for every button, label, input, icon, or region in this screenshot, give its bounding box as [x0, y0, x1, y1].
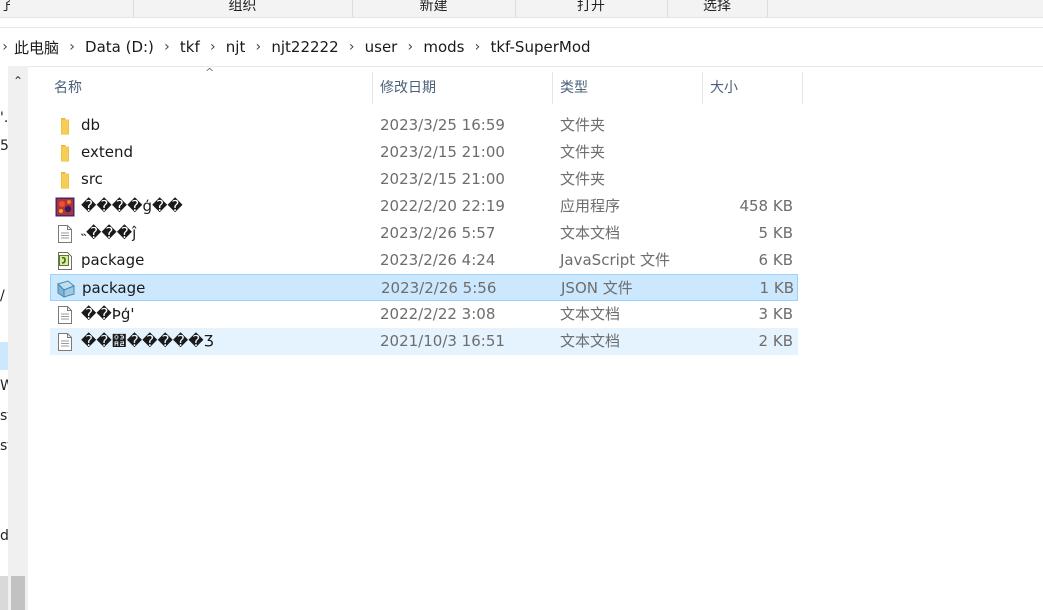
file-type: 文件夹: [560, 116, 606, 134]
column-divider[interactable]: [702, 72, 703, 104]
file-row[interactable]: src 2023/2/15 21:00 文件夹: [50, 166, 798, 193]
file-date: 2023/2/15 21:00: [380, 143, 505, 161]
file-type: 文本文档: [560, 332, 621, 350]
column-divider[interactable]: [552, 72, 553, 104]
folder-icon: [55, 116, 75, 136]
file-date: 2023/2/26 5:56: [381, 279, 497, 297]
ribbon-bar: 孒 组织 新建 打开 选择: [0, 0, 1043, 18]
ribbon-group-organize[interactable]: 组织: [133, 0, 352, 17]
column-header-size[interactable]: 大小: [706, 72, 802, 104]
file-type: JSON 文件: [561, 279, 633, 297]
file-date: 2022/2/20 22:19: [380, 197, 505, 215]
file-type: 文件夹: [560, 143, 606, 161]
file-size: [700, 112, 793, 139]
column-divider[interactable]: [802, 72, 803, 104]
file-row[interactable]: package 2023/2/26 4:24 JavaScript 文件 6 KB: [50, 247, 798, 274]
breadcrumb-item-tkf[interactable]: tkf: [176, 38, 204, 56]
nav-selected-item[interactable]: [0, 342, 8, 370]
file-date: 2023/3/25 16:59: [380, 116, 505, 134]
file-date: 2023/2/26 5:57: [380, 224, 496, 242]
navigation-pane: '. 5. / W st st d: [0, 66, 14, 610]
file-row[interactable]: ˵���ĵ 2023/2/26 5:57 文本文档 5 KB: [50, 220, 798, 247]
file-date: 2023/2/15 21:00: [380, 170, 505, 188]
nav-item-highlight[interactable]: [0, 576, 8, 610]
breadcrumb-item-user[interactable]: user: [361, 38, 402, 56]
breadcrumb-item-tkf-supermod[interactable]: tkf-SuperMod: [486, 38, 594, 56]
breadcrumb-item-this-pc[interactable]: 此电脑: [10, 37, 63, 58]
file-row[interactable]: extend 2023/2/15 21:00 文件夹: [50, 139, 798, 166]
file-name: db: [81, 116, 101, 134]
column-divider[interactable]: [372, 72, 373, 104]
file-row[interactable]: ��΢�����Ʒ 2021/10/3 16:51 文本文档 2 KB: [50, 328, 798, 355]
chevron-right-icon[interactable]: ›: [249, 39, 267, 55]
folder-icon: [55, 170, 75, 190]
ribbon-divider: [767, 0, 768, 17]
file-size: 3 KB: [758, 305, 793, 323]
file-name: ˵���ĵ: [81, 224, 137, 242]
navigation-scrollbar[interactable]: ⌃: [8, 66, 28, 610]
scroll-up-icon[interactable]: ⌃: [8, 74, 28, 88]
breadcrumb-item-njt[interactable]: njt: [222, 38, 250, 56]
nav-fragment[interactable]: /: [0, 288, 5, 304]
chevron-right-icon[interactable]: ›: [401, 39, 419, 55]
file-row[interactable]: ��Þģ' 2022/2/22 3:08 文本文档 3 KB: [50, 301, 798, 328]
file-name: ��Þģ': [81, 305, 135, 323]
folder-icon: [55, 143, 75, 163]
file-date: 2022/2/22 3:08: [380, 305, 496, 323]
breadcrumb-item-data-drive[interactable]: Data (D:): [81, 38, 158, 56]
file-type: 文件夹: [560, 170, 606, 188]
text-document-icon: [55, 305, 75, 325]
address-bar[interactable]: › 此电脑 › Data (D:) › tkf › njt › njt22222…: [0, 27, 1043, 67]
text-document-icon: [55, 332, 75, 352]
text-document-icon: [55, 224, 75, 244]
file-size: 458 KB: [739, 197, 793, 215]
file-size: [700, 139, 793, 166]
ribbon-group-select[interactable]: 选择: [667, 0, 767, 17]
file-name: package: [81, 251, 145, 269]
column-header-name[interactable]: 名称: [50, 72, 372, 104]
chevron-right-icon[interactable]: ›: [468, 39, 486, 55]
chevron-right-icon[interactable]: ›: [158, 39, 176, 55]
file-type: 文本文档: [560, 224, 621, 242]
chevron-right-icon[interactable]: ›: [63, 39, 81, 55]
file-size: 1 KB: [759, 279, 794, 297]
breadcrumb-item-njt22222[interactable]: njt22222: [267, 38, 342, 56]
chevron-right-icon[interactable]: ›: [0, 39, 10, 55]
column-header-date[interactable]: 修改日期: [376, 72, 552, 104]
breadcrumb: › 此电脑 › Data (D:) › tkf › njt › njt22222…: [0, 28, 595, 66]
file-date: 2021/10/3 16:51: [380, 332, 505, 350]
file-name: ��΢�����Ʒ: [81, 332, 214, 350]
file-type: JavaScript 文件: [560, 251, 670, 269]
application-icon: [55, 197, 75, 217]
file-size: 2 KB: [758, 332, 793, 350]
column-header-row: 名称 修改日期 类型 大小: [50, 72, 803, 104]
file-size: [700, 166, 793, 193]
file-name: src: [81, 170, 103, 188]
json-file-icon: [56, 279, 76, 299]
file-row[interactable]: package 2023/2/26 5:56 JSON 文件 1 KB: [50, 274, 798, 301]
ribbon-group-open[interactable]: 打开: [515, 0, 667, 17]
file-size: 6 KB: [758, 251, 793, 269]
chevron-right-icon[interactable]: ›: [343, 39, 361, 55]
scrollbar-thumb[interactable]: [11, 576, 25, 610]
file-type: 文本文档: [560, 305, 621, 323]
file-size: 5 KB: [758, 224, 793, 242]
file-row[interactable]: db 2023/3/25 16:59 文件夹: [50, 112, 798, 139]
file-name: extend: [81, 143, 133, 161]
file-name: ����ģ��: [81, 197, 183, 215]
file-name: package: [82, 279, 146, 297]
file-type: 应用程序: [560, 197, 621, 215]
chevron-right-icon[interactable]: ›: [204, 39, 222, 55]
breadcrumb-item-mods[interactable]: mods: [419, 38, 468, 56]
file-date: 2023/2/26 4:24: [380, 251, 496, 269]
file-row[interactable]: ����ģ�� 2022/2/20 22:19 应用程序 458 KB: [50, 193, 798, 220]
column-header-type[interactable]: 类型: [556, 72, 702, 104]
ribbon-group-new[interactable]: 新建: [352, 0, 515, 17]
javascript-file-icon: [55, 251, 75, 271]
ribbon-group-partial[interactable]: 孒: [0, 0, 10, 17]
